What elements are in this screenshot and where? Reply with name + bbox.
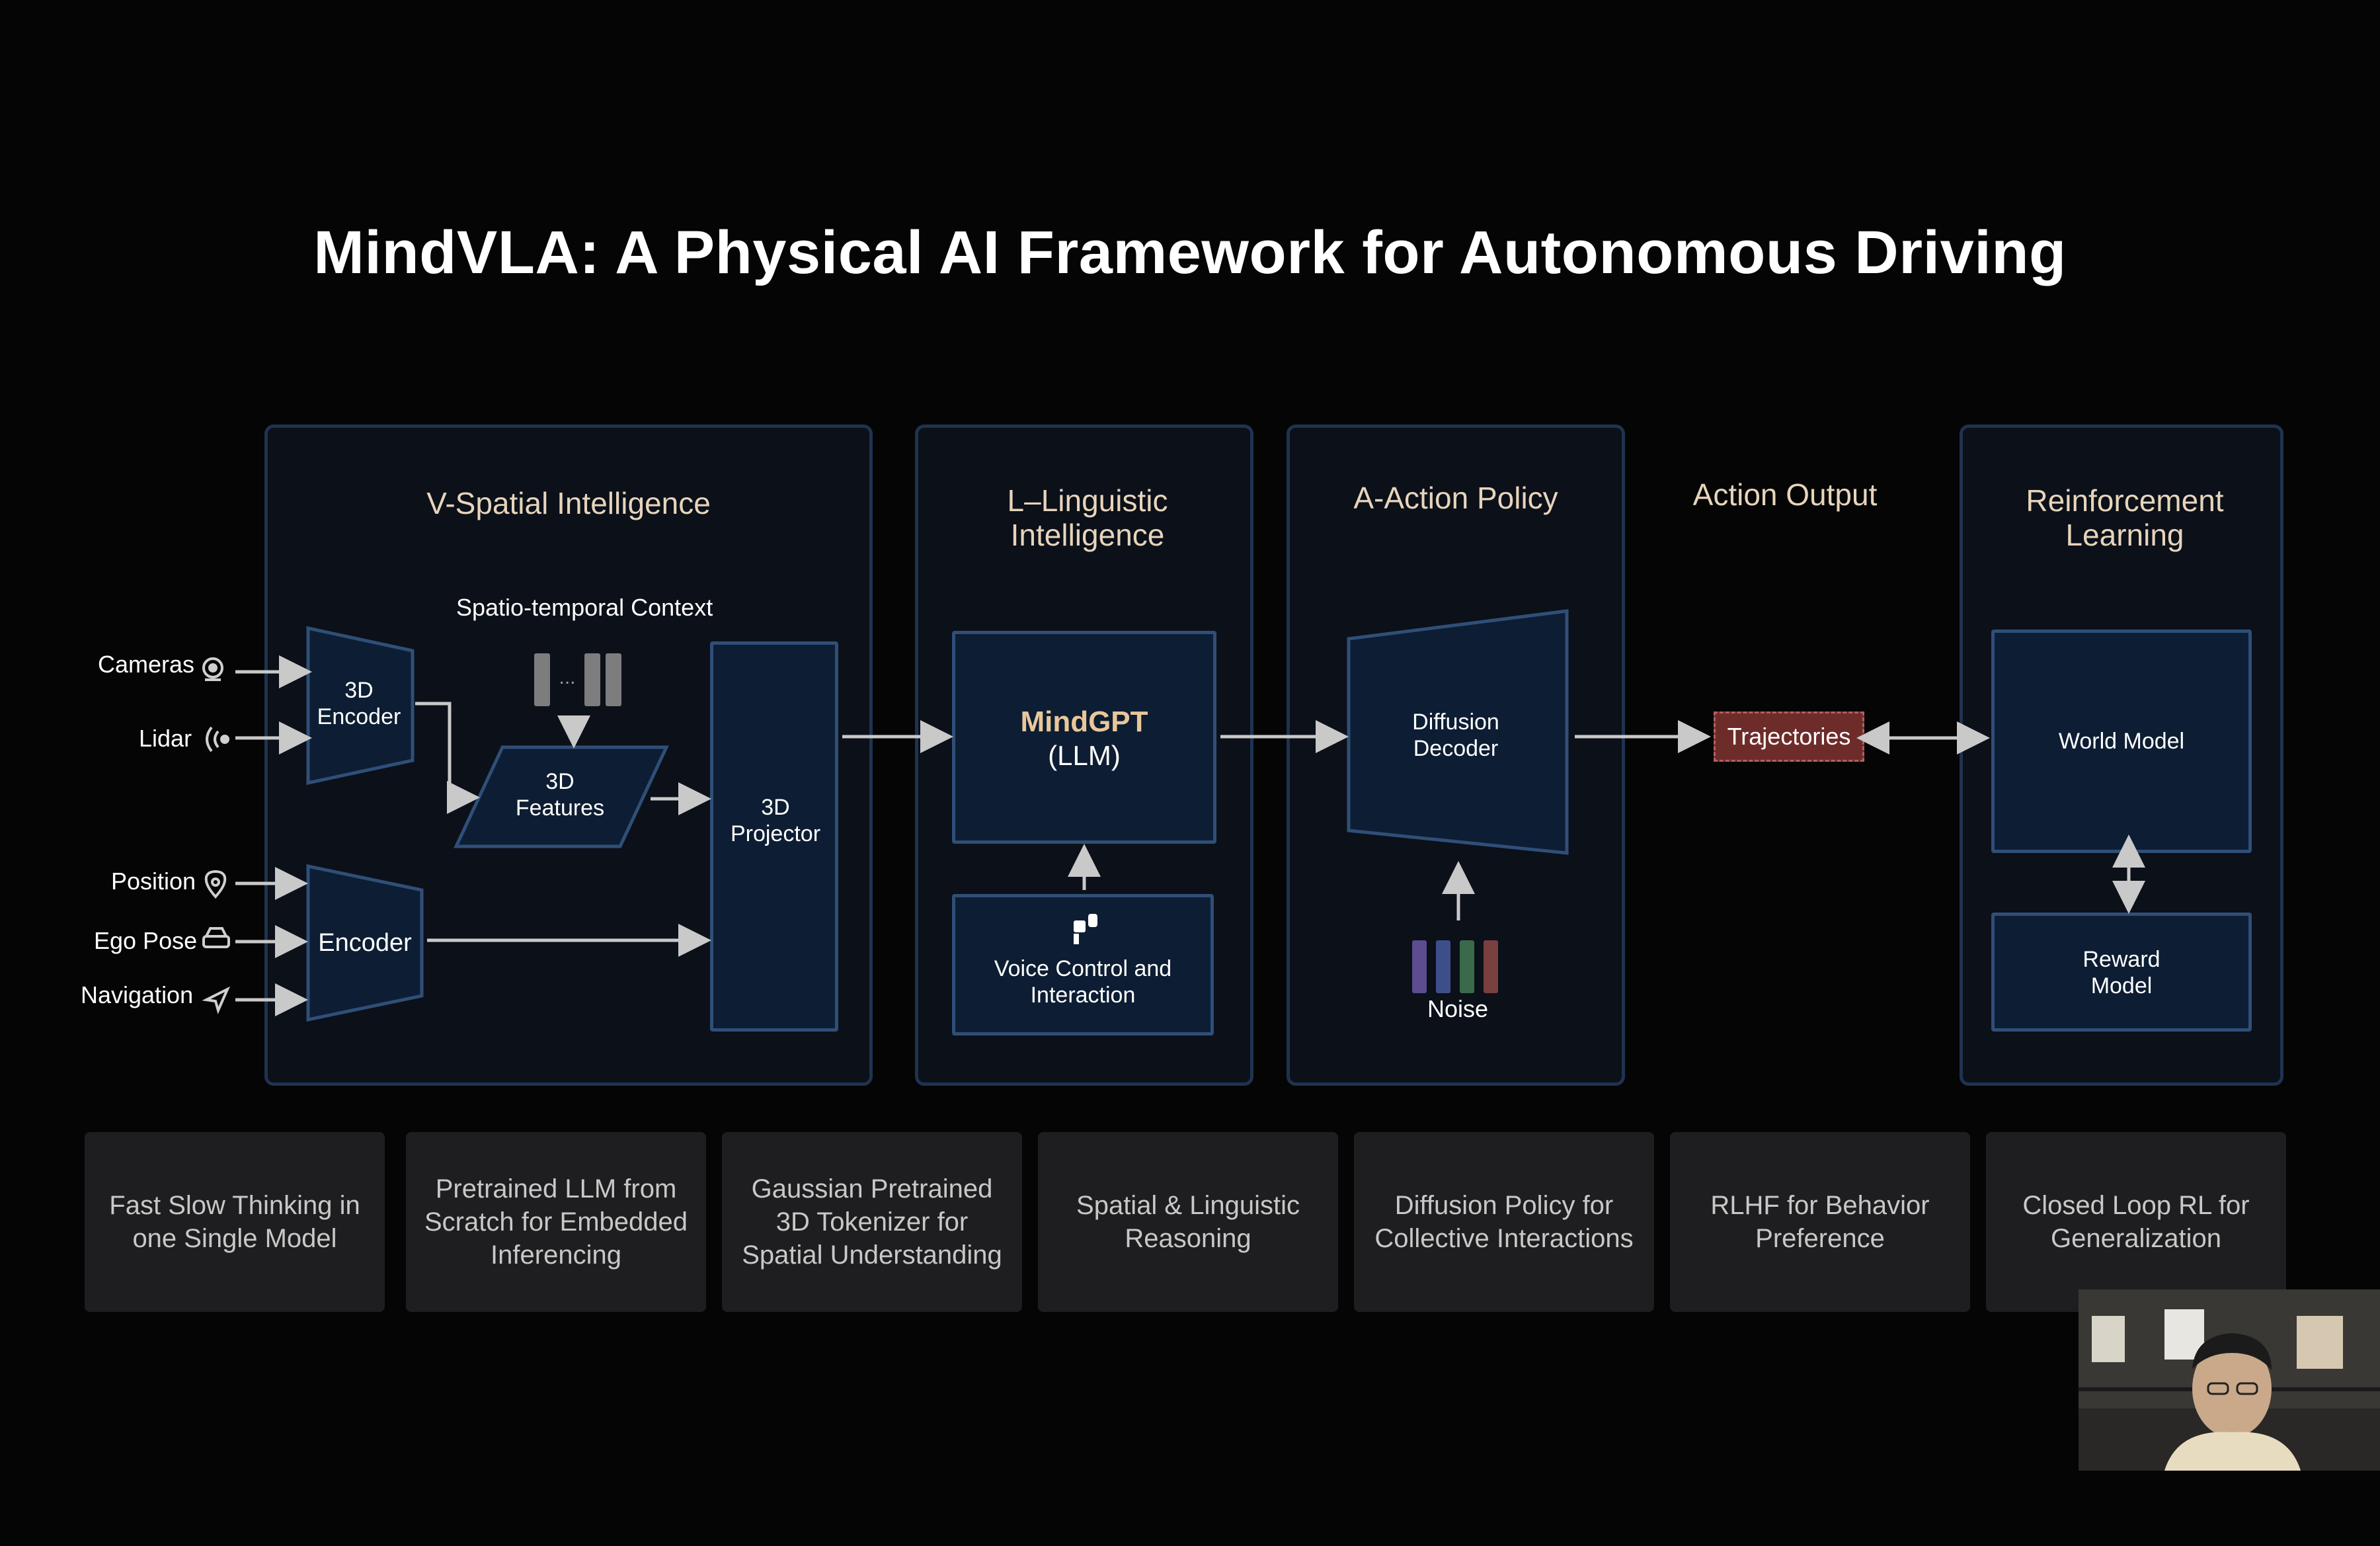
- feature-card: Pretrained LLM from Scratch for Embedded…: [406, 1132, 706, 1312]
- feature-card: RLHF for Behavior Preference: [1670, 1132, 1970, 1312]
- slide: MindVLA: A Physical AI Framework for Aut…: [0, 0, 2380, 1546]
- context-tokens: ...: [534, 653, 621, 706]
- camera-icon: [202, 657, 223, 681]
- encoder-label: Encoder: [318, 929, 412, 957]
- encoder-3d-label: 3D Encoder: [317, 678, 401, 729]
- feature-card: Fast Slow Thinking in one Single Model: [85, 1132, 385, 1312]
- diagram-graphics: ...: [202, 609, 2145, 1022]
- navigation-icon: [202, 986, 231, 1014]
- feature-card: Gaussian Pretrained 3D Tokenizer for Spa…: [722, 1132, 1022, 1312]
- microphone-icon: [1074, 914, 1097, 944]
- webcam-video: [2079, 1289, 2380, 1471]
- feature-card: Diffusion Policy for Collective Interact…: [1354, 1132, 1654, 1312]
- feature-card: Closed Loop RL for Generalization: [1986, 1132, 2286, 1312]
- noise-label: Noise: [1427, 995, 1489, 1022]
- noise-bars: [1412, 940, 1498, 993]
- feature-card: Spatial & Linguistic Reasoning: [1038, 1132, 1338, 1312]
- lidar-icon: [206, 726, 229, 753]
- car-icon: [202, 927, 230, 948]
- presenter-image: [2079, 1289, 2380, 1471]
- diffusion-decoder-label: Diffusion Decoder: [1412, 710, 1499, 761]
- features-3d-label: 3D Features: [515, 769, 605, 821]
- position-icon: [204, 870, 227, 899]
- svg-text:...: ...: [559, 667, 575, 688]
